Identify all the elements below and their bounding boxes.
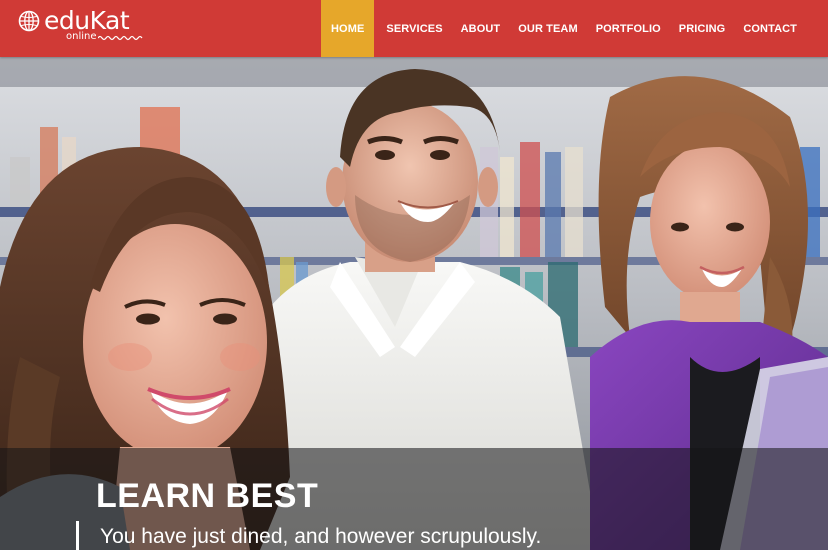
top-navbar: eduKat online HOME SERVICES ABOUT OUR TE… bbox=[0, 0, 828, 57]
nav-item-contact[interactable]: CONTACT bbox=[734, 0, 806, 57]
nav-item-pricing[interactable]: PRICING bbox=[670, 0, 735, 57]
hero-title: LEARN BEST bbox=[96, 477, 319, 515]
globe-icon bbox=[18, 10, 40, 32]
quote-bar bbox=[76, 521, 79, 550]
nav-item-portfolio[interactable]: PORTFOLIO bbox=[587, 0, 670, 57]
squiggle-decoration bbox=[98, 35, 143, 41]
nav-item-about[interactable]: ABOUT bbox=[452, 0, 510, 57]
main-nav: HOME SERVICES ABOUT OUR TEAM PORTFOLIO P… bbox=[321, 0, 806, 57]
nav-item-our-team[interactable]: OUR TEAM bbox=[509, 0, 586, 57]
hero-subtitle: You have just dined, and however scrupul… bbox=[100, 525, 542, 548]
page: eduKat online HOME SERVICES ABOUT OUR TE… bbox=[0, 0, 828, 550]
brand-tagline: online bbox=[66, 31, 97, 42]
nav-item-home[interactable]: HOME bbox=[321, 0, 375, 57]
hero-section: LEARN BEST You have just dined, and howe… bbox=[0, 57, 828, 550]
nav-item-services[interactable]: SERVICES bbox=[377, 0, 451, 57]
brand-logo[interactable]: eduKat online bbox=[18, 6, 158, 46]
